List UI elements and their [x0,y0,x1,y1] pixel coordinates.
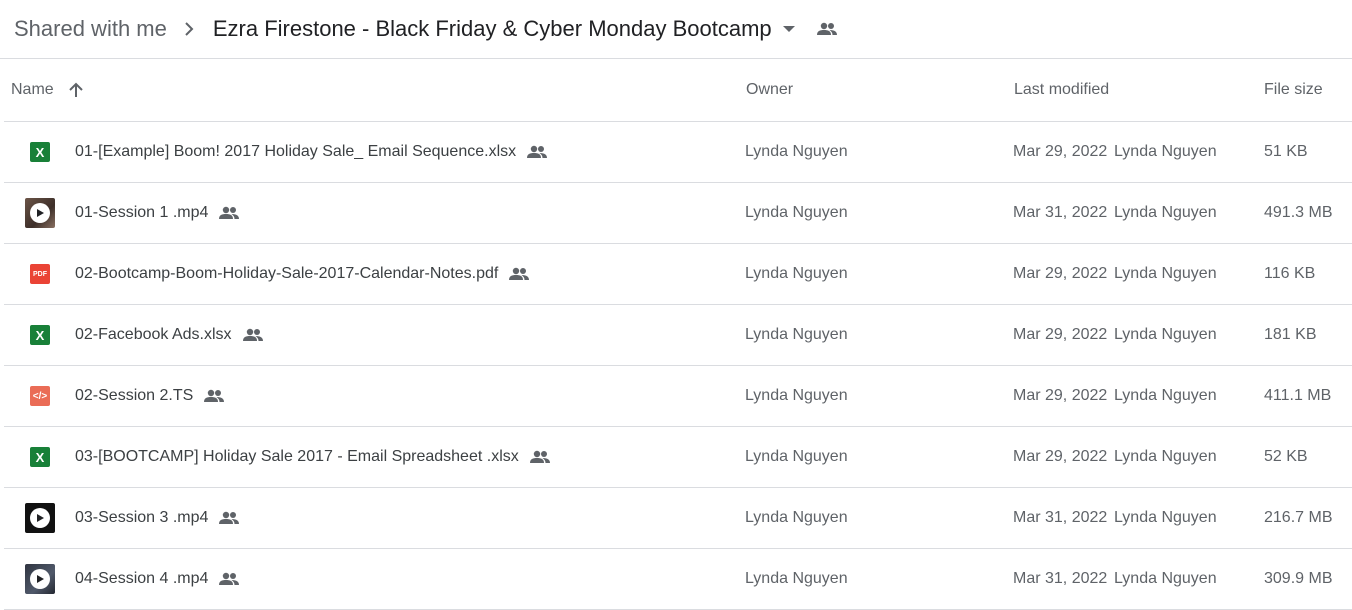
file-list-header: Name Owner Last modified File size [4,59,1352,122]
file-row[interactable]: 01-Session 1 .mp4 Lynda Nguyen Mar 31, 2… [4,183,1352,244]
file-owner: Lynda Nguyen [745,143,848,160]
column-header-name-label: Name [11,81,54,98]
file-name: 03-Session 3 .mp4 [75,509,209,526]
file-row[interactable]: 04-Session 4 .mp4 Lynda Nguyen Mar 31, 2… [4,549,1352,610]
file-size: 216.7 MB [1264,509,1333,526]
file-size: 51 KB [1264,143,1308,160]
video-thumbnail-icon [24,549,56,609]
shared-people-icon [203,389,225,403]
shared-people-icon [218,206,240,220]
file-size: 309.9 MB [1264,570,1333,587]
code-file-icon: </> [24,366,56,426]
file-list: X 01-[Example] Boom! 2017 Holiday Sale_ … [0,122,1352,610]
breadcrumb-current-folder[interactable]: Ezra Firestone - Black Friday & Cyber Mo… [213,16,772,42]
file-name: 01-Session 1 .mp4 [75,204,209,221]
file-owner: Lynda Nguyen [745,448,848,465]
chevron-right-icon [183,21,195,37]
file-row[interactable]: </> 02-Session 2.TS Lynda Nguyen Mar 29,… [4,366,1352,427]
file-owner: Lynda Nguyen [745,326,848,343]
spreadsheet-icon: X [24,305,56,365]
file-name: 02-Facebook Ads.xlsx [75,326,232,343]
file-size: 52 KB [1264,448,1308,465]
file-size: 116 KB [1264,265,1316,282]
file-modified-by: Lynda Nguyen [1114,387,1217,404]
file-modified-date: Mar 29, 2022 [1013,448,1108,465]
shared-people-icon [218,572,240,586]
file-modified-by: Lynda Nguyen [1114,509,1217,526]
breadcrumb: Shared with me Ezra Firestone - Black Fr… [0,0,1352,59]
shared-people-icon [218,511,240,525]
file-owner: Lynda Nguyen [745,204,848,221]
column-header-owner[interactable]: Owner [746,59,793,121]
pdf-icon: PDF [24,244,56,304]
file-modified-by: Lynda Nguyen [1114,204,1217,221]
file-owner: Lynda Nguyen [745,265,848,282]
file-owner: Lynda Nguyen [745,387,848,404]
file-row[interactable]: X 03-[BOOTCAMP] Holiday Sale 2017 - Emai… [4,427,1352,488]
file-modified-date: Mar 31, 2022 [1013,509,1108,526]
file-modified-date: Mar 31, 2022 [1013,570,1108,587]
file-modified-by: Lynda Nguyen [1114,143,1217,160]
file-row[interactable]: X 01-[Example] Boom! 2017 Holiday Sale_ … [4,122,1352,183]
column-header-file-size[interactable]: File size [1264,59,1323,121]
dropdown-arrow-icon[interactable] [782,25,796,33]
column-header-last-modified[interactable]: Last modified [1014,59,1109,121]
file-owner: Lynda Nguyen [745,509,848,526]
file-modified-by: Lynda Nguyen [1114,448,1217,465]
file-modified-by: Lynda Nguyen [1114,265,1217,282]
file-modified-date: Mar 29, 2022 [1013,143,1108,160]
shared-people-icon[interactable] [816,22,838,36]
file-owner: Lynda Nguyen [745,570,848,587]
spreadsheet-icon: X [24,122,56,182]
sort-ascending-arrow-icon[interactable] [68,82,84,98]
file-name: 04-Session 4 .mp4 [75,570,209,587]
column-header-name[interactable]: Name [11,59,84,121]
shared-people-icon [526,145,548,159]
file-modified-by: Lynda Nguyen [1114,570,1217,587]
spreadsheet-icon: X [24,427,56,487]
file-row[interactable]: 03-Session 3 .mp4 Lynda Nguyen Mar 31, 2… [4,488,1352,549]
video-thumbnail-icon [24,488,56,548]
file-modified-by: Lynda Nguyen [1114,326,1217,343]
file-size: 181 KB [1264,326,1317,343]
file-row[interactable]: X 02-Facebook Ads.xlsx Lynda Nguyen Mar … [4,305,1352,366]
file-size: 491.3 MB [1264,204,1333,221]
file-name: 01-[Example] Boom! 2017 Holiday Sale_ Em… [75,143,517,160]
file-name: 02-Session 2.TS [75,387,194,404]
shared-people-icon [508,267,530,281]
file-name: 03-[BOOTCAMP] Holiday Sale 2017 - Email … [75,448,519,465]
shared-people-icon [242,328,264,342]
file-name: 02-Bootcamp-Boom-Holiday-Sale-2017-Calen… [75,265,499,282]
shared-people-icon [529,450,551,464]
video-thumbnail-icon [24,183,56,243]
file-row[interactable]: PDF 02-Bootcamp-Boom-Holiday-Sale-2017-C… [4,244,1352,305]
file-modified-date: Mar 29, 2022 [1013,387,1108,404]
file-modified-date: Mar 31, 2022 [1013,204,1108,221]
file-modified-date: Mar 29, 2022 [1013,265,1108,282]
file-modified-date: Mar 29, 2022 [1013,326,1108,343]
file-size: 411.1 MB [1264,387,1332,404]
breadcrumb-shared-with-me[interactable]: Shared with me [14,16,167,42]
